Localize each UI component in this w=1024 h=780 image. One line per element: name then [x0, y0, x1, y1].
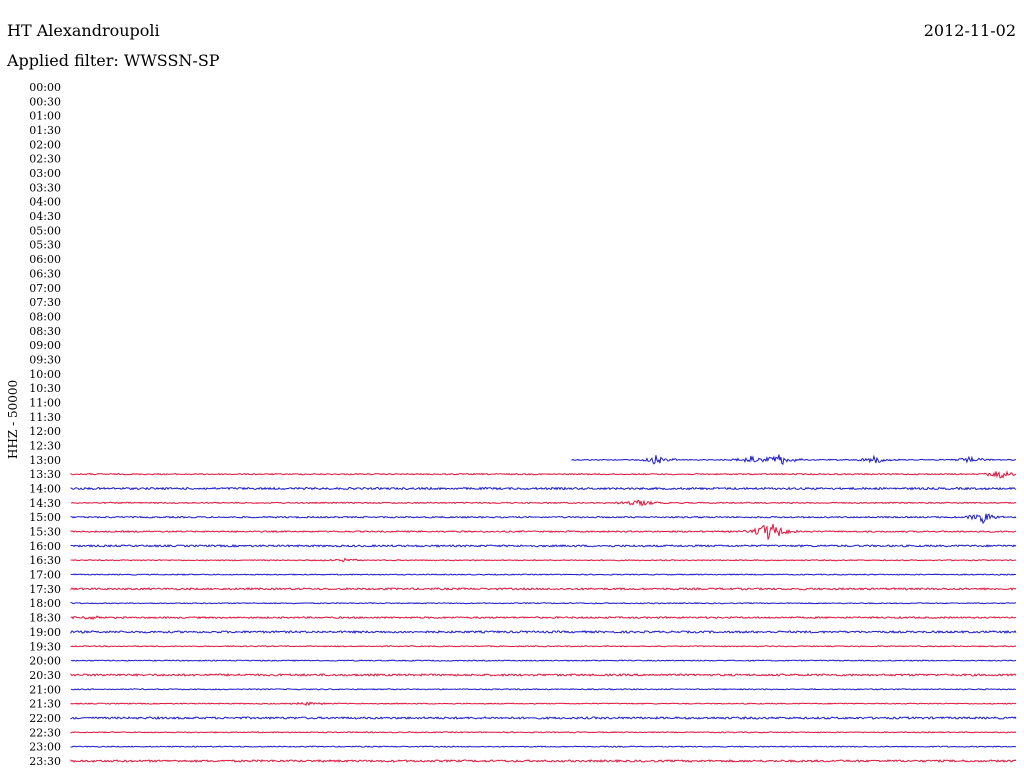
time-tick-label: 13:00 — [29, 454, 61, 467]
trace-1300 — [571, 454, 1016, 465]
time-tick-label: 03:30 — [29, 181, 61, 194]
time-tick-label: 07:00 — [29, 282, 61, 295]
time-tick-label: 15:30 — [29, 526, 61, 539]
time-tick-label: 09:30 — [29, 353, 61, 366]
time-tick-label: 11:30 — [29, 411, 61, 424]
trace-2130 — [70, 701, 1017, 707]
time-tick-label: 21:30 — [29, 698, 61, 711]
trace-1930 — [70, 645, 1017, 648]
time-tick-label: 18:30 — [29, 612, 61, 625]
trace-2030 — [70, 673, 1017, 677]
time-tick-label: 15:00 — [29, 511, 61, 524]
time-tick-label: 14:00 — [29, 483, 61, 496]
trace-1400 — [70, 486, 1017, 491]
trace-1330 — [70, 470, 1017, 479]
time-tick-label: 04:30 — [29, 210, 61, 223]
trace-2330 — [70, 758, 1017, 764]
trace-1530 — [70, 523, 1017, 540]
time-tick-label: 18:00 — [29, 597, 61, 610]
time-tick-label: 14:30 — [29, 497, 61, 510]
trace-2230 — [70, 731, 1017, 734]
trace-1900 — [70, 629, 1017, 635]
seismic-traces — [70, 454, 1017, 764]
trace-1730 — [70, 587, 1017, 591]
time-tick-label: 06:30 — [29, 267, 61, 280]
trace-2200 — [70, 715, 1017, 720]
time-tick-label: 06:00 — [29, 253, 61, 266]
time-tick-label: 10:00 — [29, 368, 61, 381]
time-tick-label: 20:00 — [29, 655, 61, 668]
time-tick-label: 02:00 — [29, 138, 61, 151]
time-tick-label: 08:30 — [29, 325, 61, 338]
time-tick-label: 21:00 — [29, 683, 61, 696]
time-tick-label: 12:00 — [29, 425, 61, 438]
time-tick-label: 19:30 — [29, 640, 61, 653]
time-tick-label: 19:00 — [29, 626, 61, 639]
trace-2300 — [70, 745, 1017, 748]
time-tick-label: 16:30 — [29, 554, 61, 567]
trace-1830 — [70, 615, 1017, 621]
time-tick-label: 04:00 — [29, 196, 61, 209]
time-tick-label: 11:00 — [29, 396, 61, 409]
time-tick-label: 03:00 — [29, 167, 61, 180]
time-tick-label: 10:30 — [29, 382, 61, 395]
time-tick-label: 12:30 — [29, 440, 61, 453]
time-tick-label: 00:30 — [29, 95, 61, 108]
time-tick-label: 01:00 — [29, 110, 61, 123]
time-tick-label: 22:30 — [29, 726, 61, 739]
trace-2100 — [70, 688, 1017, 691]
time-tick-label: 23:00 — [29, 741, 61, 754]
time-tick-label: 20:30 — [29, 669, 61, 682]
trace-1800 — [70, 602, 1016, 605]
seismogram-plot: 00:0000:30 01:0001:3002:00 02:3003:0003:30… — [29, 81, 1017, 768]
time-axis: 00:0000:30 01:0001:3002:00 02:3003:0003:30… — [29, 81, 61, 768]
time-tick-label: 23:30 — [29, 755, 61, 768]
trace-2000 — [70, 659, 1017, 662]
time-tick-label: 01:30 — [29, 124, 61, 137]
time-tick-label: 00:00 — [29, 81, 61, 94]
trace-1430 — [70, 499, 1017, 507]
trace-1500 — [70, 513, 1017, 525]
time-tick-label: 17:30 — [29, 583, 61, 596]
time-tick-label: 07:30 — [29, 296, 61, 309]
trace-1700 — [70, 573, 1016, 576]
time-tick-label: 13:30 — [29, 468, 61, 481]
time-tick-label: 05:30 — [29, 239, 61, 252]
time-tick-label: 17:00 — [29, 569, 61, 582]
time-tick-label: 09:00 — [29, 339, 61, 352]
time-tick-label: 22:00 — [29, 712, 61, 725]
time-tick-label: 02:30 — [29, 153, 61, 166]
time-tick-label: 16:00 — [29, 540, 61, 553]
time-tick-label: 05:00 — [29, 224, 61, 237]
trace-1630 — [70, 557, 1016, 563]
time-tick-label: 08:00 — [29, 310, 61, 323]
trace-1600 — [70, 544, 1017, 548]
